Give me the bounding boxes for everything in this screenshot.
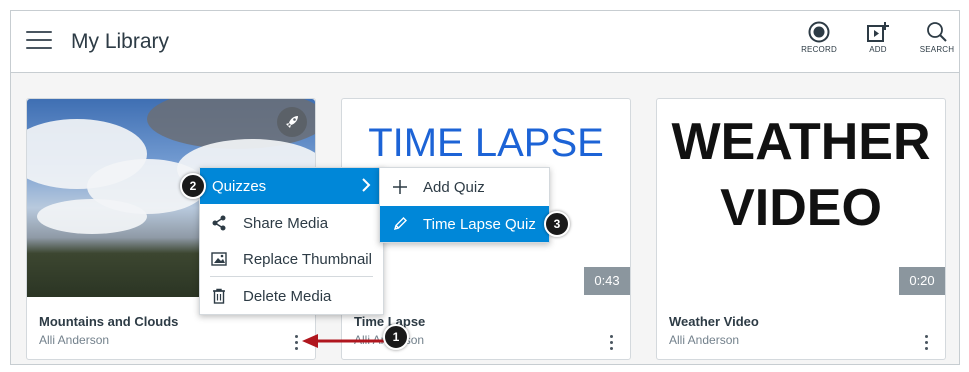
page-title: My Library <box>71 30 170 53</box>
menu-item-share-media[interactable]: Share Media <box>200 205 383 241</box>
add-button[interactable]: ADD <box>853 21 903 67</box>
submenu-item-time-lapse-quiz[interactable]: Time Lapse Quiz <box>380 206 549 242</box>
thumbnail-text: WEATHER VIDEO <box>671 113 931 237</box>
media-options-menu: Quizzes Share Media Replace Thumbnail De… <box>199 167 384 315</box>
rocket-icon[interactable] <box>277 107 307 137</box>
duration-badge: 0:43 <box>584 267 630 295</box>
library-header: My Library RECORD ADD SEARCH <box>11 11 959 73</box>
step-marker-1: 1 <box>383 324 409 350</box>
search-button[interactable]: SEARCH <box>912 21 962 67</box>
share-icon <box>211 215 227 231</box>
menu-item-quizzes[interactable]: Quizzes <box>200 168 383 204</box>
annotation-arrow <box>302 334 388 348</box>
more-options-icon[interactable] <box>921 335 931 353</box>
card-author: Alli Anderson <box>669 333 740 347</box>
duration-badge: 0:20 <box>899 267 945 295</box>
trash-icon <box>211 288 227 304</box>
pencil-icon <box>392 216 408 232</box>
chevron-right-icon <box>361 177 371 198</box>
record-button[interactable]: RECORD <box>794 21 844 67</box>
record-label: RECORD <box>801 45 837 54</box>
media-card-weather[interactable]: WEATHER VIDEO 0:20 Weather Video Alli An… <box>656 98 946 360</box>
step-marker-2: 2 <box>180 173 206 199</box>
submenu-item-add-quiz[interactable]: Add Quiz <box>380 169 549 205</box>
add-label: ADD <box>869 45 887 54</box>
thumbnail-text: TIME LAPSE <box>368 121 604 165</box>
more-options-icon[interactable] <box>606 335 616 353</box>
quizzes-submenu: Add Quiz Time Lapse Quiz <box>379 167 550 243</box>
hamburger-menu-icon[interactable] <box>26 31 52 51</box>
media-thumbnail[interactable]: WEATHER VIDEO 0:20 <box>657 99 945 297</box>
menu-item-delete-media[interactable]: Delete Media <box>200 278 383 314</box>
search-label: SEARCH <box>919 45 955 54</box>
card-title[interactable]: Weather Video <box>669 314 759 329</box>
plus-icon <box>392 179 408 195</box>
search-icon <box>927 22 947 42</box>
add-media-icon <box>867 22 889 42</box>
step-marker-3: 3 <box>544 211 570 237</box>
menu-item-replace-thumbnail[interactable]: Replace Thumbnail <box>200 241 383 277</box>
card-title[interactable]: Mountains and Clouds <box>39 314 178 329</box>
card-author: Alli Anderson <box>39 333 110 347</box>
image-icon <box>211 251 227 267</box>
record-icon <box>808 21 830 43</box>
